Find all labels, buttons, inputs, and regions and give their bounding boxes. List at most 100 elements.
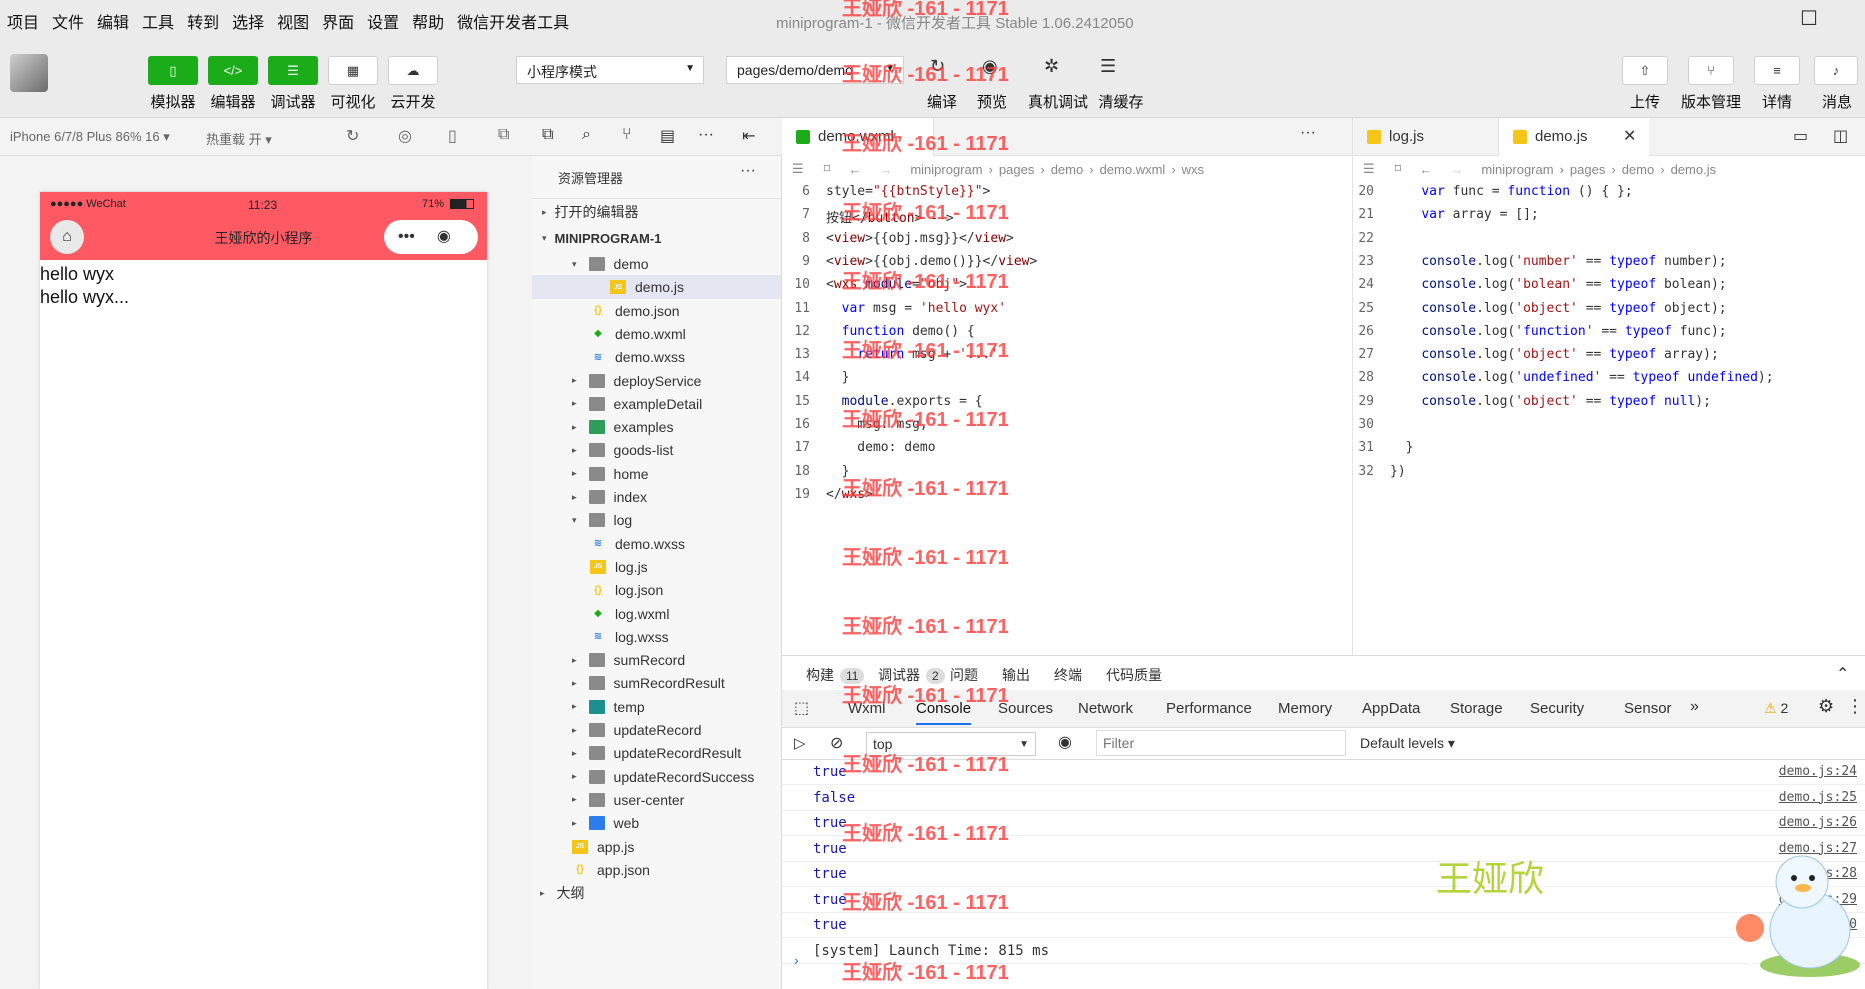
phone-screen[interactable] <box>40 192 487 989</box>
tree-item[interactable]: ◆ demo.wxml <box>590 322 686 346</box>
tab-demo-wxml[interactable]: demo.wxml <box>782 118 934 156</box>
breadcrumb-item[interactable]: demo <box>1622 162 1655 177</box>
phone-icon[interactable]: ▯ <box>448 126 457 146</box>
close-icon[interactable]: ✕ <box>1623 126 1636 146</box>
debugger-button[interactable]: ☰ <box>268 56 318 85</box>
code-line[interactable]: console.log('function' == typeof func); <box>1390 324 1726 339</box>
project-root[interactable]: ▾ MINIPROGRAM-1 <box>542 226 661 250</box>
devtools-tab[interactable]: Console <box>916 700 972 725</box>
list-icon[interactable]: ☰ <box>792 161 804 177</box>
back-icon[interactable]: ← <box>1419 162 1432 177</box>
inspect-icon[interactable]: ⬚ <box>794 698 809 718</box>
menu-item[interactable]: 视图 <box>271 9 315 33</box>
code-line[interactable]: module.exports = { <box>826 394 983 409</box>
split-icon[interactable]: ◫ <box>1833 126 1848 146</box>
tree-item[interactable]: {} app.json <box>572 858 650 882</box>
breadcrumb-item[interactable]: wxs <box>1182 162 1204 177</box>
code-line[interactable]: } <box>826 370 850 385</box>
code-line[interactable]: demo: demo <box>826 440 935 455</box>
more-icon[interactable]: ··· <box>740 162 756 180</box>
tree-item[interactable]: JS app.js <box>572 835 634 859</box>
breadcrumb-item[interactable]: miniprogram <box>1481 162 1553 177</box>
source-link[interactable]: demo.js:26 <box>1779 815 1857 830</box>
code-line[interactable]: } <box>1390 440 1414 455</box>
devtools-tab[interactable]: Sources <box>998 700 1053 717</box>
breadcrumb-item[interactable]: miniprogram <box>910 162 982 177</box>
simulator-button[interactable]: ▯ <box>148 56 198 85</box>
tree-item[interactable]: JS demo.js <box>532 275 781 300</box>
filter-input[interactable] <box>1096 730 1346 756</box>
capsule-menu[interactable]: ••• ◉ <box>384 220 478 254</box>
warning-count[interactable]: ⚠ 2 <box>1764 700 1788 717</box>
maximize-icon[interactable]: ☐ <box>1800 6 1818 31</box>
tree-item[interactable]: {} log.json <box>590 578 663 602</box>
tree-item[interactable]: ▸ sumRecord <box>572 648 685 672</box>
ime-indicator[interactable]: 中 <box>1740 940 1762 972</box>
code-line[interactable]: }) <box>1390 464 1406 479</box>
tree-item[interactable]: ▸ web <box>572 811 639 835</box>
chevron-up-icon[interactable]: ⌃ <box>1836 664 1849 684</box>
tree-item[interactable]: ▾ log <box>572 508 632 532</box>
page-select[interactable]: pages/demo/demo ▼ <box>726 56 904 84</box>
bookmark-icon[interactable]: ⌑ <box>824 161 831 177</box>
code-line[interactable]: console.log('bolean' == typeof bolean); <box>1390 277 1726 292</box>
devtools-tab[interactable]: Security <box>1530 700 1584 717</box>
device-select[interactable]: iPhone 6/7/8 Plus 86% 16 ▾ <box>10 129 170 145</box>
code-line[interactable]: } <box>826 464 850 479</box>
code-line[interactable]: console.log('object' == typeof null); <box>1390 394 1711 409</box>
code-line[interactable]: console.log('number' == typeof number); <box>1390 254 1726 269</box>
tree-item[interactable]: ▸ updateRecord <box>572 718 701 742</box>
menu-item[interactable]: 设置 <box>361 9 405 33</box>
bottom-tab[interactable]: 代码质量 <box>1106 665 1162 685</box>
code-line[interactable]: console.log('object' == typeof array); <box>1390 347 1718 362</box>
preview-label[interactable]: 预览 <box>957 91 1027 112</box>
tree-item[interactable]: ≋ demo.wxss <box>590 345 685 369</box>
tree-item[interactable]: ▸ examples <box>572 415 673 439</box>
menu-item[interactable]: 项目 <box>1 9 45 33</box>
branch-icon[interactable]: ⑂ <box>622 126 632 144</box>
bug-icon[interactable]: ✲ <box>1044 56 1059 77</box>
more-tabs-icon[interactable]: » <box>1690 698 1699 716</box>
tree-item[interactable]: ▸ updateRecordResult <box>572 741 741 765</box>
stop-icon[interactable]: ◎ <box>398 126 412 146</box>
devtools-tab[interactable]: Sensor <box>1624 700 1672 717</box>
menu-item[interactable]: 微信开发者工具 <box>451 9 575 33</box>
code-line[interactable]: <wxs module="obj"> <box>826 277 967 292</box>
bookmark-icon[interactable]: ⌑ <box>1395 161 1402 177</box>
breadcrumb-item[interactable]: demo <box>1051 162 1084 177</box>
eye-icon[interactable]: ◉ <box>1058 732 1072 752</box>
menu-item[interactable]: 编辑 <box>91 9 135 33</box>
source-link[interactable]: demo.js:25 <box>1779 790 1857 805</box>
code-line[interactable]: <view>{{obj.msg}}</view> <box>826 231 1014 246</box>
breadcrumb-item[interactable]: pages <box>999 162 1034 177</box>
tree-item[interactable]: ▸ 大纲 <box>540 881 585 905</box>
devtools-tab[interactable]: Memory <box>1278 700 1332 717</box>
breadcrumb-item[interactable]: pages <box>1570 162 1605 177</box>
tree-item[interactable]: ▸ exampleDetail <box>572 392 702 416</box>
code-line[interactable]: console.log('object' == typeof object); <box>1390 301 1726 316</box>
tree-item[interactable]: ▸ goods-list <box>572 438 673 462</box>
tree-item[interactable]: ▾ demo <box>572 252 649 276</box>
tree-item[interactable]: ▸ user-center <box>572 788 684 812</box>
open-editors[interactable]: ▸ 打开的编辑器 <box>542 200 639 224</box>
code-line[interactable]: style="{{btnStyle}}"> <box>826 184 990 199</box>
devtools-tab[interactable]: Network <box>1078 700 1133 717</box>
hotreload-toggle[interactable]: 热重载 开 ▾ <box>206 129 272 148</box>
list-icon[interactable]: ☰ <box>1363 161 1375 177</box>
code-line[interactable]: <view>{{obj.demo()}}</view> <box>826 254 1037 269</box>
more-icon[interactable]: ··· <box>698 126 714 144</box>
preview-icon[interactable]: ◉ <box>982 56 998 77</box>
window-icon[interactable]: ⧉ <box>498 126 509 144</box>
bottom-tab[interactable]: 输出 <box>1002 665 1030 685</box>
clearcache-label[interactable]: 清缓存 <box>1086 91 1156 112</box>
mode-select[interactable]: 小程序模式 ▼ <box>516 56 704 84</box>
tree-item[interactable]: ▸ deployService <box>572 369 701 393</box>
search-icon[interactable]: ⌕ <box>582 126 591 144</box>
prompt-icon[interactable]: › <box>794 952 799 968</box>
tree-item[interactable]: ≋ demo.wxss <box>590 532 685 556</box>
more-vert-icon[interactable]: ⋮ <box>1846 696 1864 717</box>
upload-button[interactable]: ⇧ <box>1622 56 1668 85</box>
menu-item[interactable]: 转到 <box>181 9 225 33</box>
code-line[interactable]: function demo() { <box>826 324 975 339</box>
message-button[interactable]: ♪ <box>1814 56 1858 85</box>
